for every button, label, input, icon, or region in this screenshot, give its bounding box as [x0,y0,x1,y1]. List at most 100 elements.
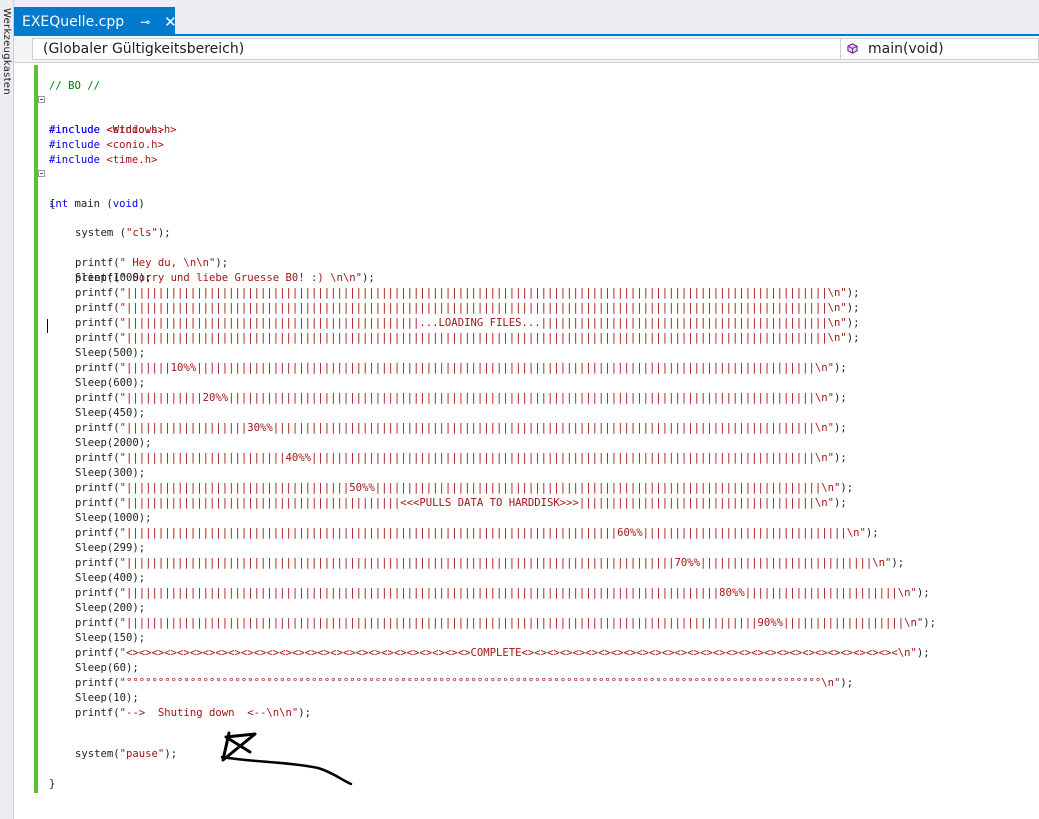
main-close-paren: ) [138,198,145,210]
code-line: int main (void) [14,167,145,210]
include-file: <stdio.h> [106,124,164,136]
call-prefix: printf( [75,302,120,314]
close-brace: } [49,778,56,790]
string-literal: "|||||||||||||||||||||||||||||||||||||||… [119,317,847,329]
string-literal: "--> Shuting down <--\n\n" [119,707,299,719]
code-line: system ("cls"); [14,211,171,239]
string-literal: "cls" [126,227,158,239]
method-cube-icon [847,43,858,54]
include-directive: #include [49,124,101,136]
tab-exequelle[interactable]: EXEQuelle.cpp ⊸ ✕ [14,7,177,36]
call-suffix: ); [840,482,854,494]
call-prefix: printf( [75,647,120,659]
call-suffix: ); [923,617,937,629]
call-suffix: ); [215,257,229,269]
call-prefix: printf( [75,587,120,599]
function-dropdown[interactable]: main(void) [840,38,1039,60]
function-value: main(void) [868,41,944,57]
include-file: <conio.h> [106,139,164,151]
code-line: // BO // [14,64,100,92]
call-suffix: ); [916,647,930,659]
comment-text: // BO // [49,80,101,92]
call-suffix: ); [298,707,312,719]
code-line: } [14,762,55,790]
sleep-call: Sleep(150); [75,632,146,644]
string-literal: " Hey du, \n\n" [119,257,216,269]
sleep-call: Sleep(299); [75,542,146,554]
pin-icon[interactable]: ⊸ [140,15,150,29]
string-literal: "|||||||||||||||||||||||||||||||||||||||… [119,527,866,539]
sleep-call: Sleep(500); [75,347,146,359]
toolbox-label[interactable]: Werkzeugkasten [1,8,12,95]
call-suffix: ); [362,272,375,284]
sleep-call: Sleep(10); [75,692,139,704]
call-prefix: printf( [75,707,120,719]
string-literal: "|||||||10%%||||||||||||||||||||||||||||… [119,362,834,374]
code-line: printf( " Sorry und liebe Gruesse B0! :) … [14,256,375,284]
call-suffix: ); [846,287,860,299]
include-directive: #include [49,139,101,151]
call-suffix: ); [834,497,847,509]
call-prefix: printf( [75,617,120,629]
call-prefix: printf( [75,557,120,569]
code-line: { [14,182,55,210]
string-literal: "°°°°°°°°°°°°°°°°°°°°°°°°°°°°°°°°°°°°°°°… [119,677,841,689]
code-line: #include <time.h> [14,138,157,166]
fold-collapse-icon[interactable] [38,170,45,177]
call-prefix: system( [75,748,120,760]
string-literal: "|||||||||||||||||||||||||||||||||||50%%… [119,482,841,494]
call-suffix: ); [834,422,847,434]
call-prefix: printf( [75,362,120,374]
call-suffix: ); [916,587,930,599]
sleep-call: Sleep(2000); [75,437,152,449]
call-suffix: ); [846,302,860,314]
close-icon[interactable]: ✕ [164,13,177,31]
call-suffix: ); [834,392,847,404]
code-line: #include <conio.h> [14,123,164,151]
string-literal: "|||||||||||||||||||||||||||||||||||||||… [119,497,834,509]
code-editor[interactable]: // BO // #include <Windows.h> #include <… [14,63,1039,819]
toolbox-strip[interactable]: Werkzeugkasten [0,0,14,819]
text-caret [47,319,48,333]
sleep-call: Sleep(1000); [75,272,152,284]
call-prefix: system ( [75,227,127,239]
include-file: <time.h> [106,154,158,166]
main-signature: main ( [68,198,113,210]
call-suffix: ); [846,317,860,329]
sleep-call: Sleep(60); [75,662,139,674]
string-literal: "|||||||||||||||||||30%%||||||||||||||||… [119,422,834,434]
string-literal: "|||||||||||||||||||||||||||||||||||||||… [119,587,917,599]
call-prefix: printf( [75,527,120,539]
call-suffix: ); [846,332,860,344]
string-literal: "||||||||||||20%%|||||||||||||||||||||||… [119,392,834,404]
call-suffix: ); [834,362,847,374]
fold-collapse-icon[interactable] [38,96,45,103]
string-literal: "pause" [119,748,165,760]
call-prefix: printf( [75,317,120,329]
sleep-call: Sleep(300); [75,467,146,479]
call-suffix: ); [157,227,171,239]
string-literal: "|||||||||||||||||||||||||||||||||||||||… [119,302,847,314]
navigation-bar: (Globaler Gültigkeitsbereich) main(void) [14,36,1039,63]
call-prefix: printf( [75,332,120,344]
scope-dropdown[interactable]: (Globaler Gültigkeitsbereich) [32,38,854,60]
sleep-call: Sleep(1000); [75,512,152,524]
call-suffix: ); [865,527,879,539]
code-line: printf(" Hey du, \n\n"); [14,241,228,269]
code-line: system("pause"); [14,732,177,760]
string-literal: "|||||||||||||||||||||||||||||||||||||||… [119,332,847,344]
call-prefix: printf( [75,677,120,689]
call-prefix: printf( [75,497,120,509]
call-prefix: printf( [75,257,120,269]
string-literal: "<><><><><><><><><><><><><><><><><><><><… [119,647,917,659]
call-prefix: printf( [75,287,120,299]
string-literal: " Sorry und liebe Gruesse B0! :) \n\n" [119,272,363,284]
call-suffix: ); [834,452,847,464]
call-prefix: printf( [75,422,120,434]
tab-title: EXEQuelle.cpp [22,13,125,30]
string-literal: "|||||||||||||||||||||||||40%%||||||||||… [119,452,834,464]
string-literal: "|||||||||||||||||||||||||||||||||||||||… [119,287,847,299]
code-line: #include <stdio.h> [14,108,164,136]
call-prefix: printf( [75,392,120,404]
document-tabstrip: EXEQuelle.cpp ⊸ ✕ [14,0,1039,36]
